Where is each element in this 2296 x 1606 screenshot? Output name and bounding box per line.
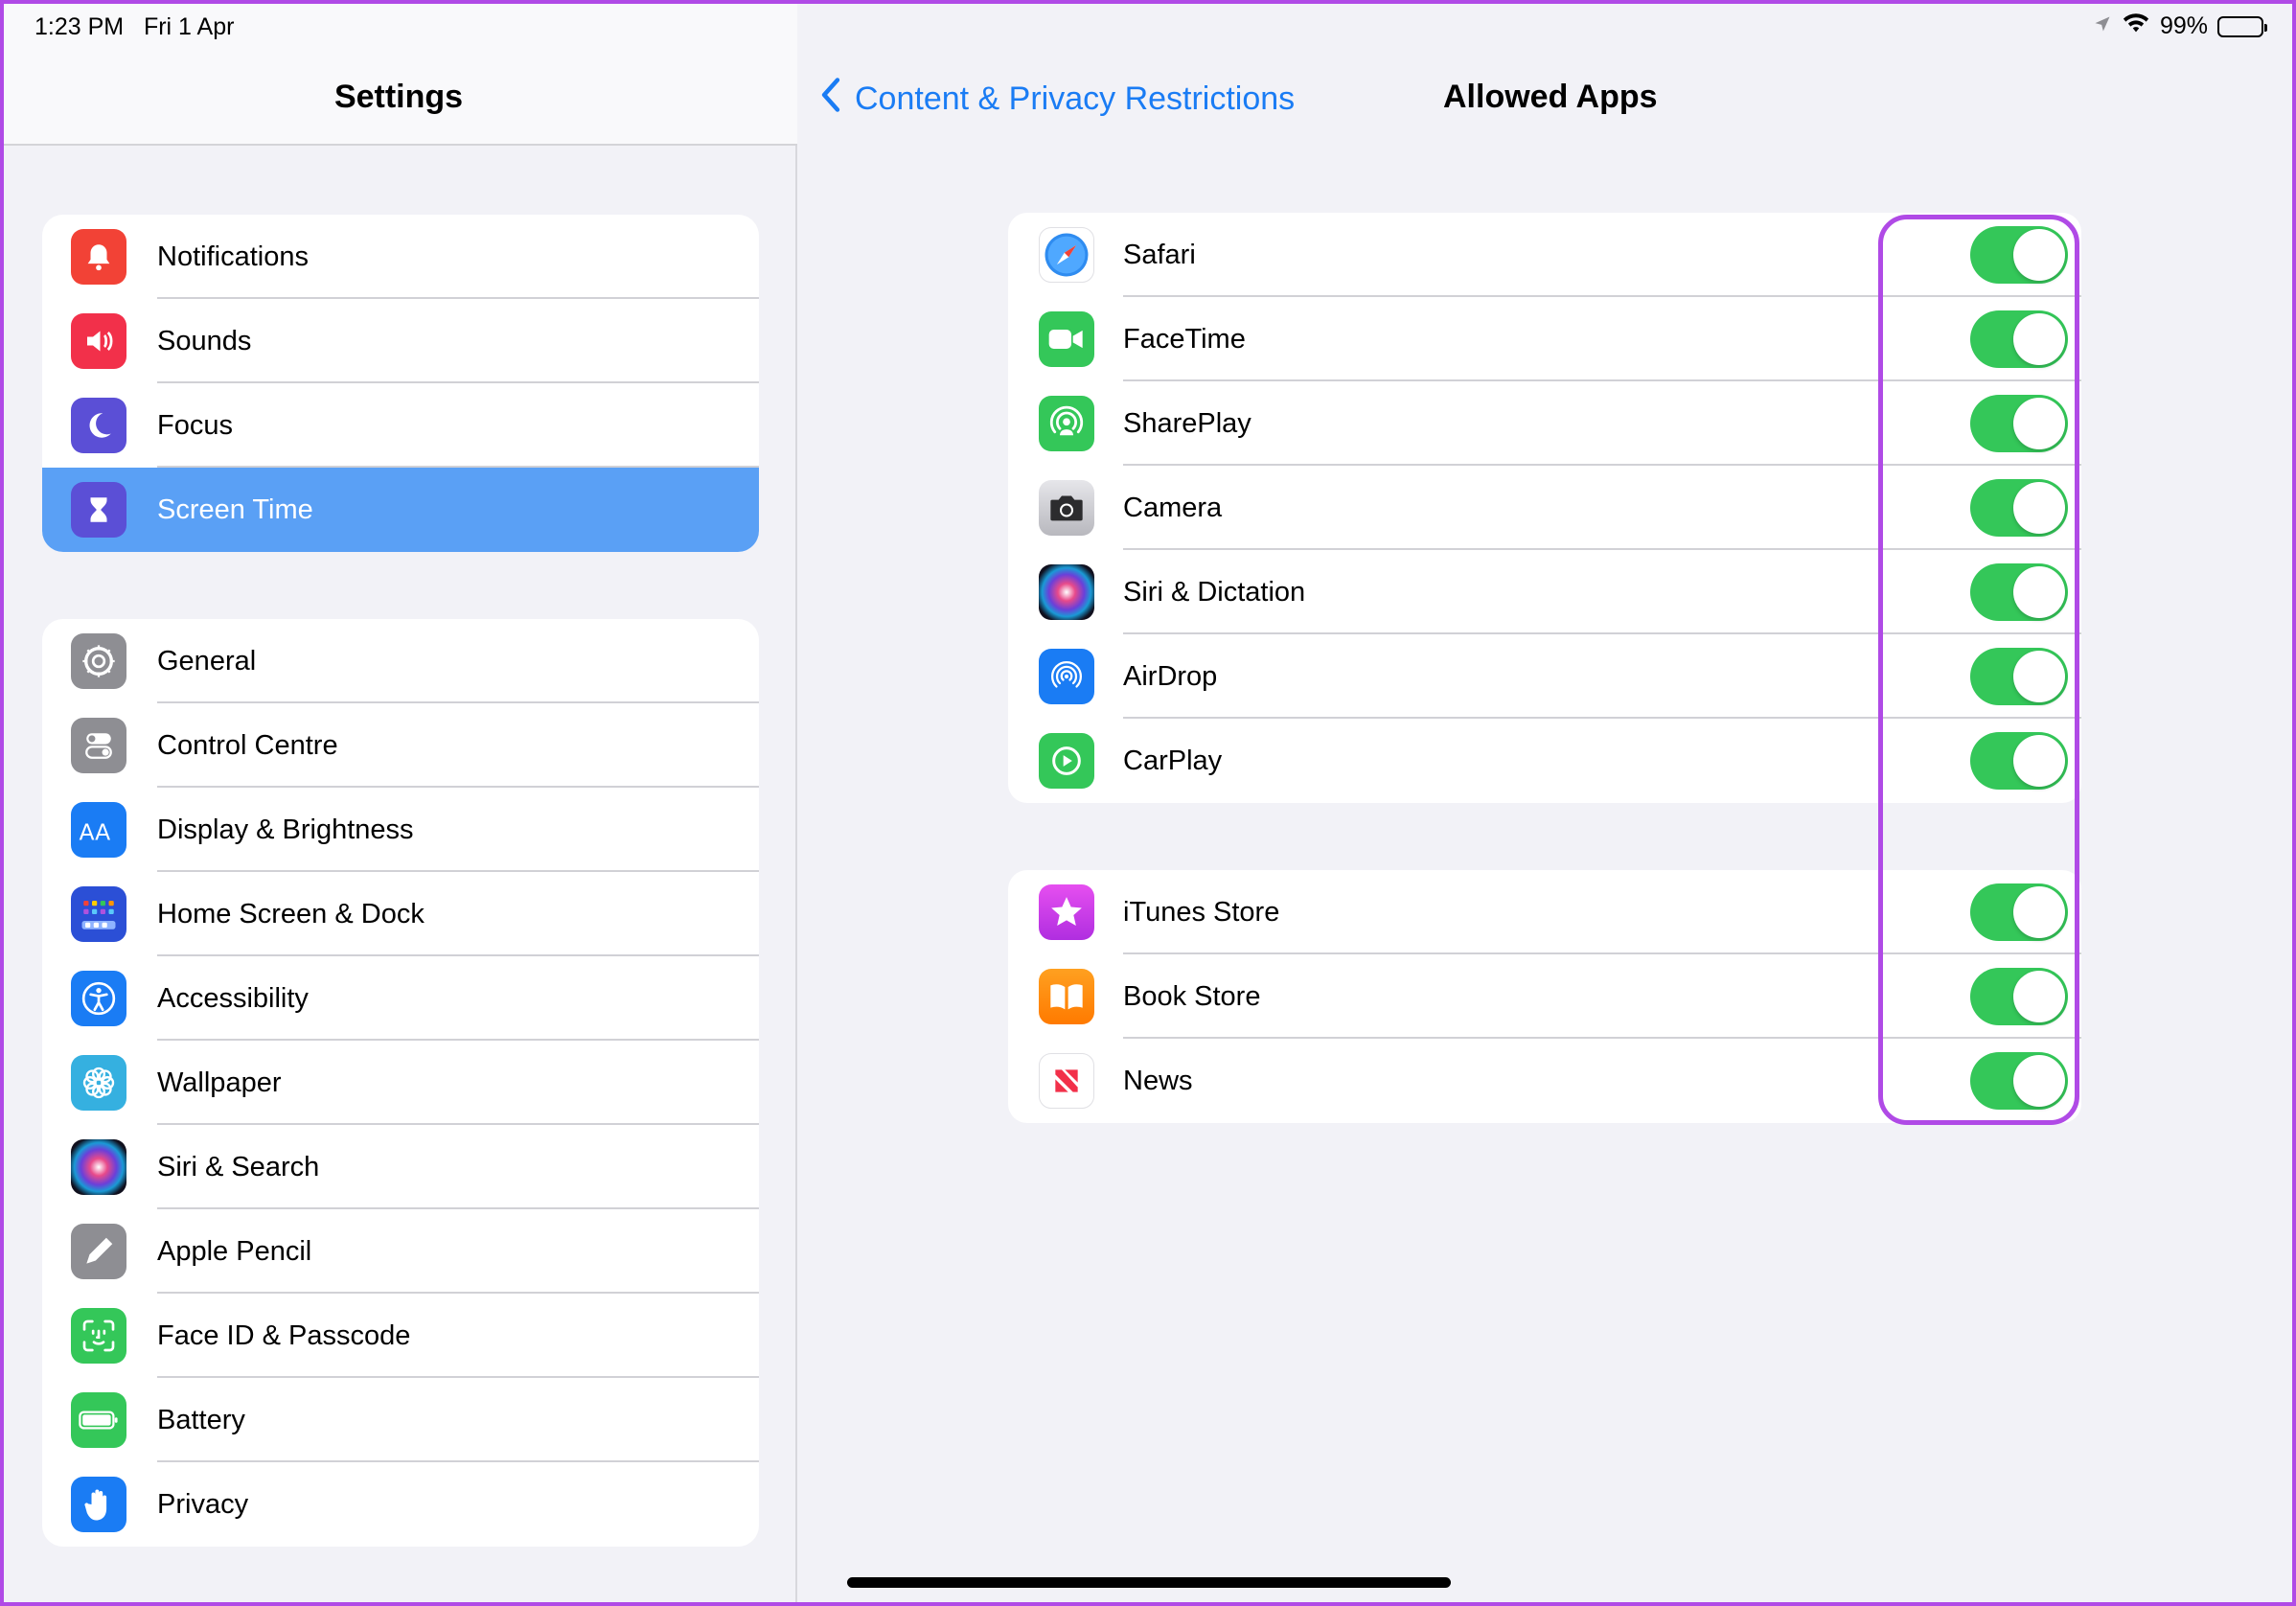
settings-sidebar: Settings Notifications Sounds Focus Scre… bbox=[0, 0, 797, 1606]
home-indicator[interactable] bbox=[847, 1577, 1451, 1588]
siri-icon bbox=[1039, 564, 1094, 620]
sidebar-item-sounds[interactable]: Sounds bbox=[42, 299, 759, 383]
sidebar-item-wallpaper[interactable]: Wallpaper bbox=[42, 1041, 759, 1125]
sidebar-item-privacy[interactable]: Privacy bbox=[42, 1462, 759, 1547]
back-button-label: Content & Privacy Restrictions bbox=[855, 80, 1296, 117]
carplay-icon bbox=[1039, 733, 1094, 789]
camera-icon bbox=[1039, 480, 1094, 536]
wifi-icon bbox=[2122, 11, 2150, 41]
sidebar-item-label: Notifications bbox=[157, 241, 309, 272]
sidebar-item-label: Accessibility bbox=[157, 983, 309, 1014]
sidebar-item-label: Sounds bbox=[157, 326, 252, 356]
app-label: AirDrop bbox=[1123, 661, 1218, 692]
news-icon bbox=[1039, 1053, 1094, 1109]
status-bar-right: 99% bbox=[2093, 11, 2267, 41]
safari-icon bbox=[1039, 227, 1094, 283]
gear-icon bbox=[71, 633, 126, 689]
sidebar-item-label: Siri & Search bbox=[157, 1152, 320, 1182]
sidebar-item-label: Face ID & Passcode bbox=[157, 1320, 411, 1351]
sidebar-item-home-screen-dock[interactable]: Home Screen & Dock bbox=[42, 872, 759, 956]
sidebar-item-notifications[interactable]: Notifications bbox=[42, 215, 759, 299]
app-label: Siri & Dictation bbox=[1123, 577, 1306, 608]
toggles-highlight-annotation bbox=[1878, 215, 2079, 1125]
faceid-icon bbox=[71, 1308, 126, 1364]
chevron-left-icon bbox=[820, 77, 841, 122]
app-label: SharePlay bbox=[1123, 408, 1251, 439]
app-label: Book Store bbox=[1123, 981, 1261, 1012]
sidebar-item-label: General bbox=[157, 646, 257, 677]
back-button[interactable]: Content & Privacy Restrictions bbox=[820, 77, 1295, 122]
sidebar-item-general[interactable]: General bbox=[42, 619, 759, 703]
location-icon bbox=[2093, 12, 2112, 40]
accessibility-icon bbox=[71, 971, 126, 1026]
sidebar-item-label: Privacy bbox=[157, 1489, 249, 1520]
sidebar-item-label: Battery bbox=[157, 1405, 245, 1435]
star-icon bbox=[1039, 884, 1094, 940]
status-date: Fri 1 Apr bbox=[143, 13, 235, 40]
battery-percent: 99% bbox=[2159, 12, 2208, 39]
sidebar-item-label: Focus bbox=[157, 410, 233, 441]
sidebar-item-face-id-passcode[interactable]: Face ID & Passcode bbox=[42, 1294, 759, 1378]
sidebar-item-label: Screen Time bbox=[157, 494, 313, 525]
pencil-icon bbox=[71, 1224, 126, 1279]
app-label: FaceTime bbox=[1123, 324, 1246, 355]
shareplay-icon bbox=[1039, 396, 1094, 451]
sidebar-item-control-centre[interactable]: Control Centre bbox=[42, 703, 759, 788]
sidebar-item-label: Control Centre bbox=[157, 730, 338, 761]
sidebar-item-siri-search[interactable]: Siri & Search bbox=[42, 1125, 759, 1209]
switches-icon bbox=[71, 718, 126, 773]
app-label: iTunes Store bbox=[1123, 897, 1280, 928]
app-label: Safari bbox=[1123, 240, 1196, 270]
app-label: News bbox=[1123, 1066, 1193, 1096]
status-time: 1:23 PM bbox=[34, 13, 125, 40]
sidebar-item-screen-time[interactable]: Screen Time bbox=[42, 468, 759, 552]
status-bar-time: 1:23 PM Fri 1 Apr bbox=[34, 13, 234, 41]
sidebar-item-label: Apple Pencil bbox=[157, 1236, 312, 1267]
text-size-icon: AA bbox=[71, 802, 126, 858]
bell-icon bbox=[71, 229, 126, 285]
sidebar-item-label: Wallpaper bbox=[157, 1067, 282, 1098]
video-icon bbox=[1039, 311, 1094, 367]
sidebar-title: Settings bbox=[333, 79, 464, 115]
sidebar-item-label: Home Screen & Dock bbox=[157, 899, 425, 929]
hand-icon bbox=[71, 1477, 126, 1532]
svg-text:AA: AA bbox=[79, 818, 110, 845]
battery-status-icon bbox=[2217, 15, 2267, 37]
speaker-icon bbox=[71, 313, 126, 369]
sidebar-item-battery[interactable]: Battery bbox=[42, 1378, 759, 1462]
siri-icon bbox=[71, 1139, 126, 1195]
sidebar-group-1: Notifications Sounds Focus Screen Time bbox=[42, 215, 759, 552]
book-icon bbox=[1039, 969, 1094, 1024]
app-label: CarPlay bbox=[1123, 746, 1223, 776]
moon-icon bbox=[71, 398, 126, 453]
hourglass-icon bbox=[71, 482, 126, 538]
sidebar-item-focus[interactable]: Focus bbox=[42, 383, 759, 468]
sidebar-item-label: Display & Brightness bbox=[157, 814, 414, 845]
app-label: Camera bbox=[1123, 493, 1223, 523]
sidebar-group-2: General Control Centre AA Display & Brig… bbox=[42, 619, 759, 1547]
sidebar-item-apple-pencil[interactable]: Apple Pencil bbox=[42, 1209, 759, 1294]
page-title: Allowed Apps bbox=[1443, 79, 1658, 115]
battery-icon bbox=[71, 1392, 126, 1448]
grid-icon bbox=[71, 886, 126, 942]
sidebar-item-display-brightness[interactable]: AA Display & Brightness bbox=[42, 788, 759, 872]
sidebar-item-accessibility[interactable]: Accessibility bbox=[42, 956, 759, 1041]
flower-icon bbox=[71, 1055, 126, 1111]
airdrop-icon bbox=[1039, 649, 1094, 704]
